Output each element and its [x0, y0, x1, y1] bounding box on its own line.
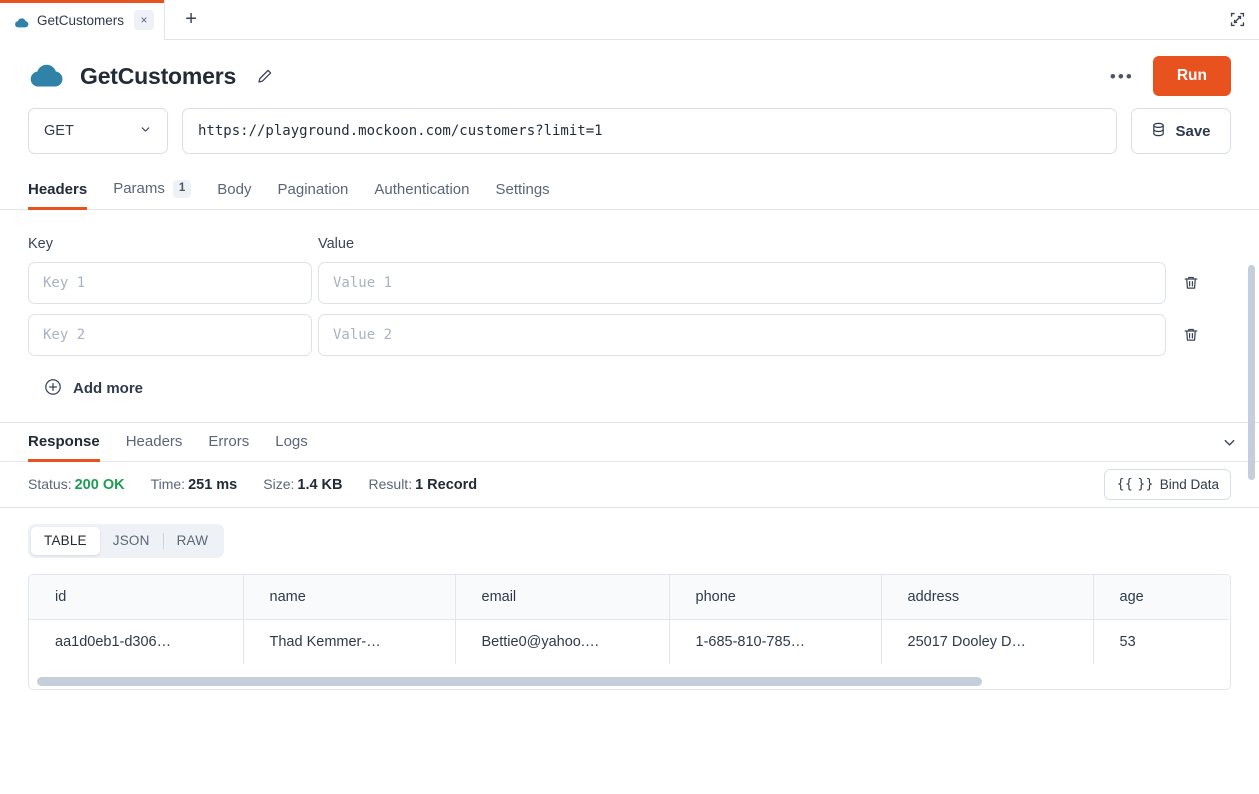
- header-row-1: [28, 261, 1231, 304]
- column-header-value: Value: [318, 235, 355, 252]
- header-row-2: [28, 313, 1231, 356]
- result-field: Result: 1 Record: [369, 476, 478, 493]
- add-more-button[interactable]: Add more: [28, 378, 143, 400]
- tab-response[interactable]: Response: [28, 433, 100, 462]
- tab-pagination[interactable]: Pagination: [278, 181, 349, 209]
- cell-age: 53: [1119, 633, 1136, 650]
- new-tab-button[interactable]: +: [165, 0, 217, 39]
- size-label: Size:: [263, 475, 295, 492]
- collapse-panel-icon[interactable]: [1215, 0, 1259, 39]
- column-header-age[interactable]: age: [1093, 574, 1229, 620]
- response-table-container: id name email phone address age aa1d0eb1…: [28, 573, 1231, 690]
- response-tabs: Response Headers Errors Logs: [0, 433, 1259, 462]
- page-title: GetCustomers: [80, 62, 237, 89]
- view-mode-table[interactable]: TABLE: [31, 526, 100, 555]
- tab-headers[interactable]: Headers: [28, 180, 88, 210]
- column-header-key: Key: [28, 235, 53, 252]
- response-table: id name email phone address age aa1d0eb1…: [29, 574, 1229, 664]
- table-header-row: id name email phone address age: [29, 574, 1229, 620]
- response-view-toggle: TABLE JSON RAW: [28, 523, 225, 558]
- header-key-input-2[interactable]: [28, 313, 312, 356]
- kv-column-headers: Key Value: [28, 236, 1231, 252]
- result-value: 1 Record: [415, 476, 478, 493]
- add-more-label: Add more: [73, 380, 144, 398]
- trash-icon[interactable]: [1166, 275, 1216, 291]
- save-label: Save: [1175, 122, 1211, 140]
- result-label: Result:: [368, 475, 413, 492]
- tab-label: Params: [113, 180, 165, 198]
- headers-panel: Key Value Add mo: [0, 236, 1259, 400]
- table-horizontal-scrollbar[interactable]: [37, 676, 982, 686]
- tab-body[interactable]: Body: [217, 181, 251, 209]
- tab-params[interactable]: Params 1: [113, 180, 192, 209]
- size-value: 1.4 KB: [297, 476, 343, 493]
- bind-data-button[interactable]: {{ }} Bind Data: [1104, 468, 1231, 500]
- cell-phone: 1-685-810-785…: [669, 619, 882, 664]
- cell-address: 25017 Dooley D…: [881, 619, 1094, 664]
- tab-errors[interactable]: Errors: [208, 433, 249, 461]
- http-method-value: GET: [44, 123, 74, 139]
- run-button[interactable]: Run: [1152, 56, 1231, 96]
- page-vertical-scrollbar[interactable]: [1248, 265, 1255, 480]
- params-count-badge: 1: [172, 180, 192, 198]
- tab-label: Authentication: [374, 180, 470, 198]
- request-header: GetCustomers ••• Run: [0, 40, 1259, 102]
- request-tabs: Headers Params 1 Body Pagination Authent…: [0, 180, 1259, 210]
- browser-tab-bar: GetCustomers × +: [0, 0, 1259, 40]
- view-mode-raw[interactable]: RAW: [164, 527, 222, 555]
- tab-response-headers[interactable]: Headers: [126, 433, 183, 461]
- header-value-input-1[interactable]: [318, 261, 1166, 304]
- save-button[interactable]: Save: [1131, 108, 1231, 154]
- tab-logs[interactable]: Logs: [275, 433, 308, 461]
- column-header-email[interactable]: email: [455, 574, 670, 620]
- status-badge: 200 OK: [74, 476, 125, 493]
- database-icon: [1151, 122, 1166, 141]
- view-mode-json[interactable]: JSON: [100, 527, 163, 555]
- plus-circle-icon: [44, 378, 62, 400]
- chevron-down-icon[interactable]: [1222, 435, 1237, 455]
- time-field: Time: 251 ms: [151, 476, 238, 493]
- pencil-icon[interactable]: [254, 66, 274, 86]
- tab-settings[interactable]: Settings: [495, 181, 549, 209]
- more-options-button[interactable]: •••: [1105, 59, 1139, 93]
- cell-email: Bettie0@yahoo.…: [455, 619, 670, 664]
- tab-label: GetCustomers: [37, 12, 125, 28]
- column-header-id[interactable]: id: [29, 574, 244, 620]
- table-row[interactable]: aa1d0eb1-d306… Thad Kemmer-… Bettie0@yah…: [29, 619, 1229, 664]
- tab-label: Body: [217, 180, 252, 198]
- tab-label: Headers: [28, 180, 88, 198]
- time-value: 251 ms: [188, 476, 238, 493]
- column-header-phone[interactable]: phone: [669, 574, 882, 620]
- trash-icon[interactable]: [1166, 327, 1216, 343]
- tab-authentication[interactable]: Authentication: [374, 181, 469, 209]
- close-icon[interactable]: ×: [134, 10, 155, 30]
- http-method-select[interactable]: GET: [28, 108, 168, 154]
- url-input[interactable]: [182, 108, 1117, 154]
- bind-data-label: Bind Data: [1159, 476, 1219, 492]
- status-field: Status: 200 OK: [28, 476, 125, 493]
- chevron-down-icon: [139, 123, 152, 140]
- cell-id: aa1d0eb1-d306…: [29, 619, 244, 664]
- response-status-bar: Status: 200 OK Time: 251 ms Size: 1.4 KB Re…: [0, 462, 1259, 508]
- tabbar-spacer: [217, 0, 1215, 39]
- time-label: Time:: [150, 475, 186, 492]
- column-header-address[interactable]: address: [881, 574, 1094, 620]
- cell-name: Thad Kemmer-…: [243, 619, 456, 664]
- cloud-icon: [28, 64, 64, 88]
- header-value-input-2[interactable]: [318, 313, 1166, 356]
- status-label: Status:: [28, 475, 72, 492]
- tab-getcustomers[interactable]: GetCustomers ×: [0, 0, 166, 40]
- tab-label: Pagination: [277, 180, 349, 198]
- cloud-icon: [14, 15, 29, 28]
- size-field: Size: 1.4 KB: [263, 476, 342, 493]
- panel-divider: [0, 421, 1259, 423]
- tab-label: Settings: [495, 180, 550, 198]
- header-key-input-1[interactable]: [28, 261, 312, 304]
- braces-icon: {{ }}: [1116, 476, 1154, 492]
- url-row: GET Save: [0, 108, 1259, 154]
- column-header-name[interactable]: name: [243, 574, 456, 620]
